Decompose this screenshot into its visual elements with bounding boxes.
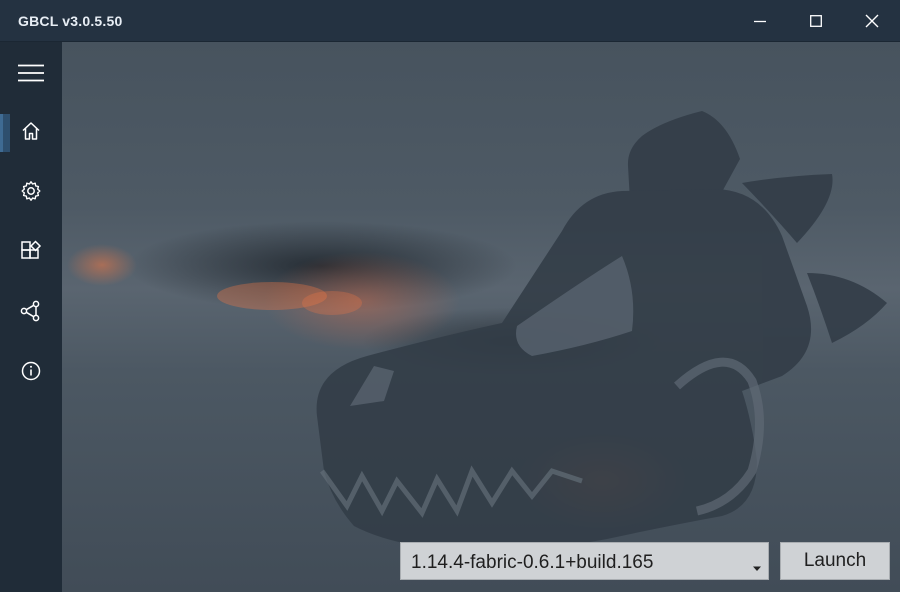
- home-icon: [21, 121, 41, 141]
- version-select-value: 1.14.4-fabric-0.6.1+build.165: [411, 552, 654, 573]
- caret-down-icon: [752, 559, 762, 577]
- launch-button[interactable]: Launch: [780, 542, 890, 580]
- version-select[interactable]: 1.14.4-fabric-0.6.1+build.165: [400, 542, 769, 580]
- minimize-icon: [754, 15, 766, 27]
- add-ons-icon: [20, 240, 42, 262]
- sidebar-item-about[interactable]: [0, 349, 62, 393]
- wolf-skull-logo: [217, 111, 887, 552]
- sidebar-item-settings[interactable]: [0, 169, 62, 213]
- close-icon: [865, 14, 879, 28]
- sidebar-item-extensions[interactable]: [0, 229, 62, 273]
- maximize-button[interactable]: [788, 0, 844, 41]
- sidebar-item-share[interactable]: [0, 289, 62, 333]
- background-image: [62, 41, 900, 592]
- info-icon: [21, 361, 41, 381]
- launcher-window: GBCL v3.0.5.50 1.14.4-fabric-0.6.1+build…: [0, 0, 900, 592]
- title-bar[interactable]: GBCL v3.0.5.50: [0, 0, 900, 42]
- maximize-icon: [810, 14, 822, 27]
- close-button[interactable]: [844, 0, 900, 41]
- share-icon: [20, 300, 42, 322]
- sidebar-nav: [0, 41, 62, 592]
- sidebar-item-home[interactable]: [0, 109, 62, 153]
- hamburger-menu-icon: [18, 64, 44, 82]
- sidebar-menu-toggle[interactable]: [0, 51, 62, 95]
- gear-icon: [20, 180, 42, 202]
- minimize-button[interactable]: [732, 0, 788, 41]
- app-title: GBCL v3.0.5.50: [18, 13, 123, 29]
